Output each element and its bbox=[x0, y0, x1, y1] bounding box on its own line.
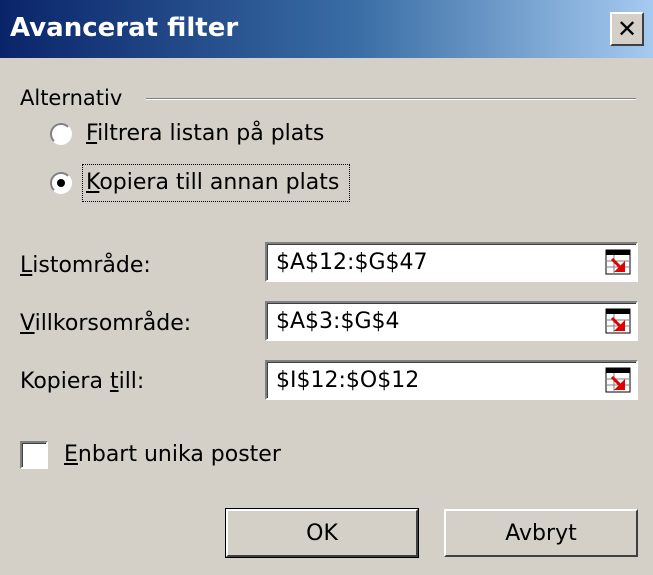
collapse-dialog-icon bbox=[605, 308, 631, 334]
group-divider bbox=[146, 98, 636, 100]
criteria-range-value: $A$3:$G$4 bbox=[276, 309, 400, 334]
window-title: Avancerat filter bbox=[10, 13, 239, 43]
title-bar: Avancerat filter ✕ bbox=[0, 0, 653, 58]
criteria-range-label: Villkorsområde: bbox=[20, 311, 192, 336]
radio-selected-dot bbox=[57, 179, 65, 187]
list-range-label: Listområde: bbox=[20, 253, 151, 278]
close-icon: ✕ bbox=[616, 15, 638, 43]
copy-to-input[interactable]: $I$12:$O$12 bbox=[265, 360, 638, 400]
criteria-range-input[interactable]: $A$3:$G$4 bbox=[265, 301, 638, 341]
ok-button[interactable]: OK bbox=[225, 508, 419, 558]
unique-records-label[interactable]: Enbart unika poster bbox=[64, 442, 281, 467]
radio-filter-in-place[interactable] bbox=[50, 123, 72, 145]
radio-copy-to-other-label[interactable]: Kopiera till annan plats bbox=[86, 170, 339, 195]
copy-to-value: $I$12:$O$12 bbox=[276, 368, 420, 393]
advanced-filter-dialog: Avancerat filter ✕ Alternativ Filtrera l… bbox=[0, 0, 653, 575]
close-button[interactable]: ✕ bbox=[610, 12, 644, 46]
collapse-dialog-icon bbox=[605, 249, 631, 275]
radio-copy-to-other[interactable] bbox=[50, 172, 72, 194]
list-range-collapse-button[interactable] bbox=[603, 247, 633, 277]
criteria-range-collapse-button[interactable] bbox=[603, 306, 633, 336]
list-range-value: $A$12:$G$47 bbox=[276, 250, 428, 275]
unique-records-checkbox[interactable] bbox=[20, 441, 48, 469]
collapse-dialog-icon bbox=[605, 367, 631, 393]
copy-to-label: Kopiera till: bbox=[20, 369, 145, 394]
group-label-alternativ: Alternativ bbox=[20, 86, 123, 110]
list-range-input[interactable]: $A$12:$G$47 bbox=[265, 242, 638, 282]
radio-filter-in-place-label[interactable]: Filtrera listan på plats bbox=[86, 121, 324, 146]
copy-to-collapse-button[interactable] bbox=[603, 365, 633, 395]
cancel-button[interactable]: Avbryt bbox=[444, 509, 638, 557]
